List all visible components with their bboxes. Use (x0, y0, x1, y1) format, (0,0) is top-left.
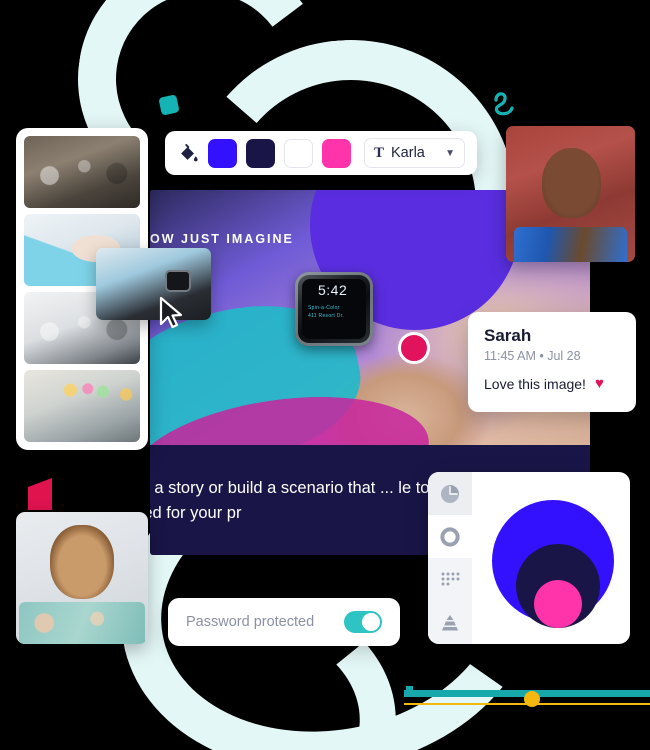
cursor-arrow-icon (159, 296, 183, 329)
decor-teal-square (158, 94, 180, 116)
swatch-pink[interactable] (322, 138, 351, 168)
dot-matrix-icon[interactable] (428, 558, 472, 601)
smartwatch-face: 5:42 Spin-a-Color 411 Resort Dr. (302, 279, 366, 339)
pie-chart-icon[interactable] (428, 472, 472, 515)
hero-smartwatch: 5:42 Spin-a-Color 411 Resort Dr. (295, 272, 373, 346)
style-toolbar: T Karla ▼ (165, 131, 477, 175)
heart-icon[interactable]: ♥ (595, 375, 604, 392)
smartwatch-time: 5:42 (318, 282, 348, 298)
swatch-white[interactable] (284, 138, 313, 168)
pyramid-chart-icon[interactable] (428, 601, 472, 644)
swatch-navy[interactable] (246, 138, 275, 168)
text-tool-icon: T (374, 144, 385, 161)
smartwatch-line-2: 411 Resort Dr. (308, 313, 345, 319)
font-name-label: Karla (391, 145, 425, 161)
smartwatch-line-1: Spin-a-Color (308, 305, 340, 311)
drag-preview-thumbnail[interactable] (96, 248, 211, 320)
decor-red-shape (28, 478, 52, 510)
thumb-team-meeting[interactable] (24, 136, 140, 208)
portrait-smiling-woman[interactable] (506, 126, 635, 262)
comment-message: Love this image! (484, 375, 586, 392)
font-selector[interactable]: T Karla ▼ (364, 138, 465, 168)
password-protected-card: Password protected (168, 598, 400, 646)
chevron-down-icon[interactable]: ▼ (445, 148, 455, 159)
comment-timestamp: 11:45 AM • Jul 28 (484, 349, 581, 363)
comment-card[interactable]: Sarah 11:45 AM • Jul 28 Love this image!… (468, 312, 636, 412)
toggle-knob (362, 613, 380, 631)
portrait-bearded-man[interactable] (16, 512, 148, 644)
password-protected-label: Password protected (186, 614, 315, 630)
paint-bucket-icon[interactable] (177, 142, 199, 164)
chart-type-rail (428, 472, 472, 644)
bubble-small (534, 580, 582, 628)
hotspot-dot-marker[interactable] (398, 332, 430, 364)
chart-panel (428, 472, 630, 644)
bubble-chart-area (472, 472, 630, 644)
donut-chart-icon[interactable] (428, 515, 472, 558)
comment-message-row: Love this image! ♥ (484, 375, 620, 392)
timeline-slider[interactable] (404, 686, 650, 708)
password-protected-toggle[interactable] (344, 611, 382, 633)
slider-baseline (404, 703, 650, 705)
swatch-blue[interactable] (208, 138, 237, 168)
decor-squiggle-icon (494, 92, 514, 116)
hero-headline: OW JUST IMAGINE (150, 232, 294, 246)
screenshot-stage: 5:42 Spin-a-Color 411 Resort Dr. OW JUST… (0, 0, 650, 750)
thumb-brainstorm-session[interactable] (24, 370, 140, 442)
comment-author: Sarah (484, 326, 532, 345)
